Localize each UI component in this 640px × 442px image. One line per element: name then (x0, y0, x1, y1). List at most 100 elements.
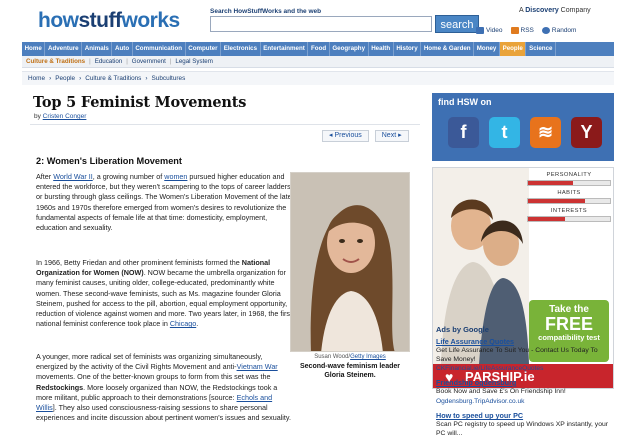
paragraph-2: In 1966, Betty Friedan and other promine… (36, 258, 294, 329)
breadcrumb-subcultures[interactable]: Subcultures (152, 75, 186, 82)
google-ad-title-1[interactable]: Life Assurance Quotes (436, 337, 514, 346)
p2-text-c: . (196, 319, 199, 329)
subnav-separator: | (126, 58, 128, 65)
nav-item-animals[interactable]: Animals (82, 42, 113, 56)
random-icon (541, 27, 550, 34)
next-button[interactable]: Next ▸ (374, 130, 409, 142)
trait-fill-interests (528, 217, 565, 221)
yahoo-icon[interactable]: Y (571, 117, 602, 148)
page-title: Top 5 Feminist Movements (33, 94, 247, 111)
nav-item-people[interactable]: People (499, 42, 527, 56)
facebook-icon[interactable]: f (448, 117, 479, 148)
subnav-item-legal[interactable]: Legal System (175, 58, 213, 65)
p2-text-a: In 1966, Betty Friedan and other promine… (36, 258, 242, 267)
nav-item-science[interactable]: Science (526, 42, 557, 56)
byline-prefix: by (34, 113, 43, 120)
nav-item-home[interactable]: Home (22, 42, 46, 56)
logo-part-how: how (38, 9, 79, 32)
nav-item-electronics[interactable]: Electronics (221, 42, 261, 56)
photo-caption: Second-wave feminism leader Gloria Stein… (300, 363, 400, 379)
breadcrumb: Home › People › Culture & Traditions › S… (22, 71, 614, 85)
p1-text-b: , a growing number of (92, 172, 165, 181)
breadcrumb-chevron-icon: › (145, 75, 148, 82)
photo-portrait (291, 173, 409, 351)
video-link[interactable]: Video (476, 27, 503, 34)
site-logo[interactable]: howstuffworks (38, 9, 180, 33)
main-nav: Home Adventure Animals Auto Communicatio… (22, 42, 614, 56)
company-name: Discovery (525, 7, 559, 14)
cta-line-3: compatibility test (538, 333, 600, 342)
trait-fill-personality (528, 181, 574, 185)
link-women[interactable]: women (164, 172, 187, 181)
logo-part-stuff: stuff (78, 9, 123, 32)
article-photo (290, 172, 410, 352)
nav-item-entertainment[interactable]: Entertainment (261, 42, 309, 56)
rss-feed-icon[interactable]: ≋ (530, 117, 561, 148)
search-label: Search HowStuffWorks and the web (210, 8, 322, 15)
breadcrumb-chevron-icon: › (49, 75, 52, 82)
google-ad-text-1: Get Life Assurance To Suit You - Contact… (436, 347, 598, 363)
subnav-item-government[interactable]: Government (132, 58, 166, 65)
nav-item-communication[interactable]: Communication (133, 42, 186, 56)
random-link[interactable]: Random (541, 27, 577, 34)
nav-item-home-garden[interactable]: Home & Garden (421, 42, 475, 56)
google-ad-title-2[interactable]: Friendship ogdensburg (436, 378, 516, 387)
rss-icon (510, 27, 519, 34)
search-input[interactable] (210, 16, 432, 32)
arrow-right-icon: ▸ (398, 132, 402, 139)
p3-text-d: ]. They also used consciousness-raising … (36, 403, 291, 423)
link-world-war-ii[interactable]: World War II (53, 172, 93, 181)
nav-item-computer[interactable]: Computer (186, 42, 222, 56)
cta-line-2: FREE (544, 314, 593, 334)
subnav-separator: | (169, 58, 172, 65)
company-suffix: Company (558, 7, 591, 14)
photo-credit-prefix: Susan Wood/ (314, 354, 351, 360)
random-label: Random (551, 27, 577, 34)
breadcrumb-home[interactable]: Home (28, 75, 45, 82)
rss-link[interactable]: RSS (510, 27, 534, 34)
p1-text-c: pursued higher education and entered the… (36, 172, 292, 233)
subnav-item-culture[interactable]: Culture & Traditions (26, 58, 85, 65)
header-tools: Video RSS Random (476, 27, 576, 34)
nav-item-auto[interactable]: Auto (112, 42, 133, 56)
p3-bold: Redstockings (36, 382, 84, 392)
sub-nav: Culture & Traditions | Education | Gover… (22, 56, 614, 68)
ads-by-google[interactable]: Ads by Google (436, 325, 489, 334)
video-icon (476, 27, 484, 34)
p3-text-b: movements. One of the better-known group… (36, 372, 271, 382)
google-ad-text-2: Book Now and Save £'s On Friendship Inn! (436, 388, 566, 395)
pager: ◂ Previous Next ▸ (322, 130, 409, 142)
find-hsw-title: find HSW on (438, 97, 492, 107)
twitter-icon[interactable]: t (489, 117, 520, 148)
logo-part-works: works (121, 9, 181, 32)
link-chicago[interactable]: Chicago (170, 319, 196, 328)
subnav-item-education[interactable]: Education (95, 58, 123, 65)
author-link[interactable]: Cristen Conger (43, 113, 87, 120)
discovery-company-tag: A Discovery Company (519, 7, 591, 14)
byline: by Cristen Conger (34, 113, 86, 120)
google-ad-url-2[interactable]: Ogdensburg.TripAdvisor.co.uk (436, 398, 524, 405)
p2-text-b: . NOW became the umbrella organization f… (36, 268, 292, 329)
search-button[interactable]: search (435, 15, 479, 33)
p1-text-a: After (36, 172, 54, 181)
nav-item-money[interactable]: Money (474, 42, 500, 56)
breadcrumb-culture[interactable]: Culture & Traditions (85, 75, 141, 82)
google-ad-title-3[interactable]: How to speed up your PC (436, 411, 523, 420)
link-vietnam-war[interactable]: Vietnam War (237, 362, 278, 371)
subnav-separator: | (89, 58, 91, 65)
trait-bar-interests (527, 216, 611, 222)
nav-item-geography[interactable]: Geography (330, 42, 369, 56)
previous-button[interactable]: ◂ Previous (322, 130, 369, 142)
nav-item-adventure[interactable]: Adventure (45, 42, 83, 56)
getty-images-link[interactable]: Getty Images (350, 354, 386, 360)
p3-text-a: A younger, more radical set of feminists… (36, 352, 263, 372)
trait-label-habits: HABITS (557, 190, 581, 196)
breadcrumb-people[interactable]: People (55, 75, 75, 82)
nav-item-food[interactable]: Food (308, 42, 330, 56)
company-prefix: A (519, 7, 524, 14)
rss-label: RSS (520, 27, 534, 34)
breadcrumb-chevron-icon: › (79, 75, 82, 82)
nav-item-history[interactable]: History (394, 42, 422, 56)
nav-item-health[interactable]: Health (369, 42, 394, 56)
google-ad-url-1[interactable]: CKFinancial.ie/LifeAssuranceQuotes (436, 365, 543, 372)
